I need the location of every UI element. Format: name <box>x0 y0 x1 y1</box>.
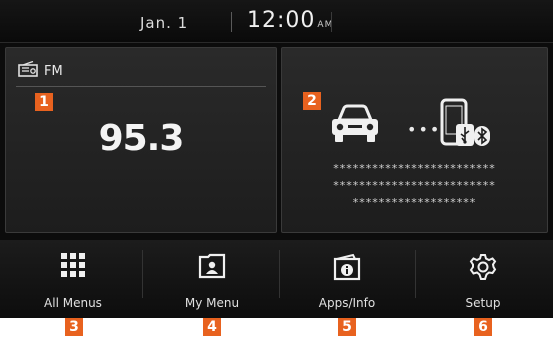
radio-header: FM <box>18 60 63 81</box>
callout-badge-5: 5 <box>338 318 356 336</box>
all-menus-button[interactable]: All Menus <box>4 240 142 318</box>
bluetooth-icon <box>474 126 490 150</box>
callout-strip: 3 4 5 6 <box>0 318 553 337</box>
radio-icon <box>18 60 38 81</box>
device-info-line-2: ************************* <box>333 179 496 192</box>
setup-button[interactable]: Setup <box>414 240 552 318</box>
radio-divider <box>16 86 266 87</box>
callout-badge-1: 1 <box>35 93 53 111</box>
my-menu-label: My Menu <box>184 296 240 310</box>
grid-icon <box>61 253 85 281</box>
callout-badge-4: 4 <box>203 318 221 336</box>
user-folder-icon <box>198 253 226 283</box>
usb-icon <box>456 124 474 150</box>
callout-badge-3: 3 <box>65 318 83 336</box>
all-menus-label: All Menus <box>44 296 102 310</box>
bottom-menu-bar: All Menus My Menu Apps/Info Setup <box>0 240 553 318</box>
callout-badge-2: 2 <box>303 92 321 110</box>
status-divider <box>231 12 232 32</box>
phone-connection-widget[interactable]: 2 ••• ************************* ********… <box>281 47 548 233</box>
device-info-line-1: ************************* <box>333 162 496 175</box>
radio-frequency: 95.3 <box>98 118 185 159</box>
connection-dots: ••• <box>407 120 442 139</box>
setup-label: Setup <box>465 296 501 310</box>
head-unit-screen: Jan. 1 12:00 AM FM 1 95.3 2 ••• ********… <box>0 0 553 318</box>
apps-info-button[interactable]: Apps/Info <box>278 240 416 318</box>
gear-icon <box>469 253 497 285</box>
status-divider-right <box>331 12 332 32</box>
apps-info-label: Apps/Info <box>318 296 376 310</box>
device-info-line-3: ******************* <box>352 196 477 209</box>
connection-graphic: ••• <box>329 98 509 148</box>
my-menu-button[interactable]: My Menu <box>143 240 281 318</box>
status-bar: Jan. 1 12:00 AM <box>0 0 553 43</box>
car-icon <box>329 104 381 148</box>
info-icon <box>333 253 361 285</box>
date-display: Jan. 1 <box>140 14 189 32</box>
clock[interactable]: 12:00 AM <box>247 8 333 33</box>
radio-band: FM <box>44 63 63 79</box>
clock-time: 12:00 <box>247 8 316 33</box>
callout-badge-6: 6 <box>474 318 492 336</box>
radio-widget[interactable]: FM 1 95.3 <box>5 47 277 233</box>
